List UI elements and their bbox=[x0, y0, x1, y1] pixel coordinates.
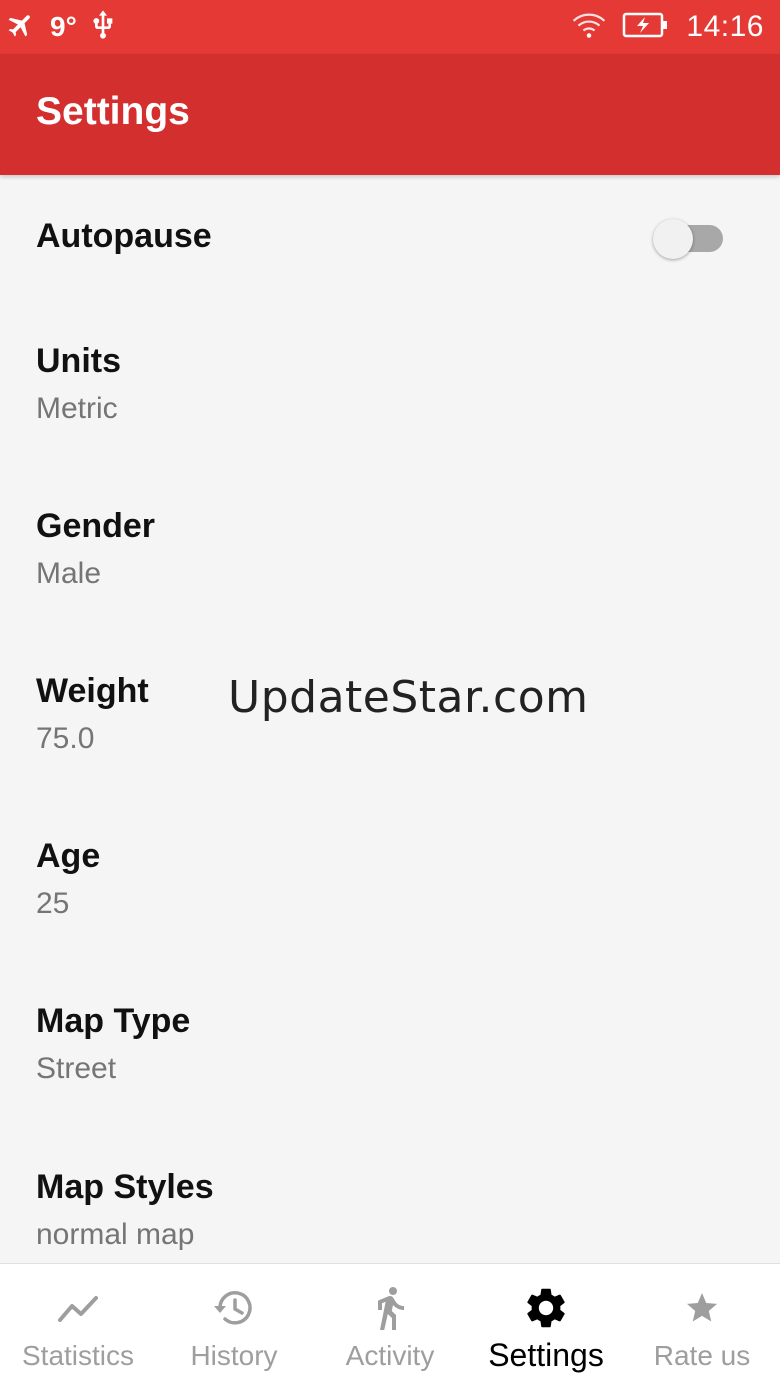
setting-gender[interactable]: Gender Male bbox=[0, 465, 780, 630]
status-bar-right: 14:16 bbox=[572, 0, 764, 54]
setting-label: Autopause bbox=[36, 217, 212, 255]
setting-value: Male bbox=[36, 557, 102, 590]
nav-item-statistics[interactable]: Statistics bbox=[0, 1264, 156, 1386]
setting-map-type[interactable]: Map Type Street bbox=[0, 960, 780, 1125]
autopause-toggle[interactable] bbox=[653, 219, 725, 259]
nav-label: Rate us bbox=[653, 1340, 751, 1371]
setting-label: Units bbox=[36, 342, 121, 380]
toggle-thumb bbox=[653, 219, 693, 259]
setting-value: Street bbox=[36, 1052, 117, 1085]
nav-item-settings[interactable]: Settings bbox=[468, 1264, 624, 1386]
nav-label: History bbox=[190, 1340, 278, 1371]
usb-icon bbox=[87, 8, 119, 47]
watermark-text: UpdateStar.com bbox=[228, 672, 589, 723]
setting-label: Gender bbox=[36, 507, 156, 545]
nav-label: Settings bbox=[488, 1337, 604, 1373]
bottom-nav: Statistics History Activity Settings Rat… bbox=[0, 1263, 780, 1386]
gear-icon bbox=[522, 1284, 570, 1332]
nav-item-rate-us[interactable]: Rate us bbox=[624, 1264, 780, 1386]
status-bar: 9° 14:16 bbox=[0, 0, 780, 54]
page-title: Settings bbox=[36, 90, 190, 133]
setting-label: Map Type bbox=[36, 1002, 191, 1040]
status-bar-left: 9° bbox=[6, 0, 119, 54]
nav-label: Statistics bbox=[21, 1340, 135, 1371]
setting-map-styles[interactable]: Map Styles normal map bbox=[0, 1125, 780, 1263]
wifi-icon bbox=[572, 11, 606, 44]
clock-text: 14:16 bbox=[686, 10, 764, 43]
app-bar: Settings bbox=[0, 54, 780, 175]
setting-value: 25 bbox=[36, 887, 70, 920]
nav-item-history[interactable]: History bbox=[156, 1264, 312, 1386]
setting-value: normal map bbox=[36, 1218, 195, 1251]
setting-value: Metric bbox=[36, 392, 118, 425]
setting-label: Map Styles bbox=[36, 1168, 214, 1206]
setting-value: 75.0 bbox=[36, 722, 95, 755]
nav-item-activity[interactable]: Activity bbox=[312, 1264, 468, 1386]
setting-units[interactable]: Units Metric bbox=[0, 300, 780, 465]
temperature-text: 9° bbox=[50, 11, 77, 42]
battery-charging-icon bbox=[622, 11, 670, 44]
airplane-icon bbox=[6, 10, 36, 45]
walking-icon bbox=[366, 1284, 414, 1332]
nav-label: Activity bbox=[345, 1340, 435, 1371]
setting-age[interactable]: Age 25 bbox=[0, 795, 780, 960]
star-icon bbox=[678, 1284, 726, 1332]
history-icon bbox=[210, 1284, 258, 1332]
trending-chart-icon bbox=[54, 1284, 102, 1332]
setting-label: Weight bbox=[36, 672, 149, 710]
setting-label: Age bbox=[36, 837, 101, 875]
setting-autopause[interactable]: Autopause bbox=[0, 175, 780, 300]
